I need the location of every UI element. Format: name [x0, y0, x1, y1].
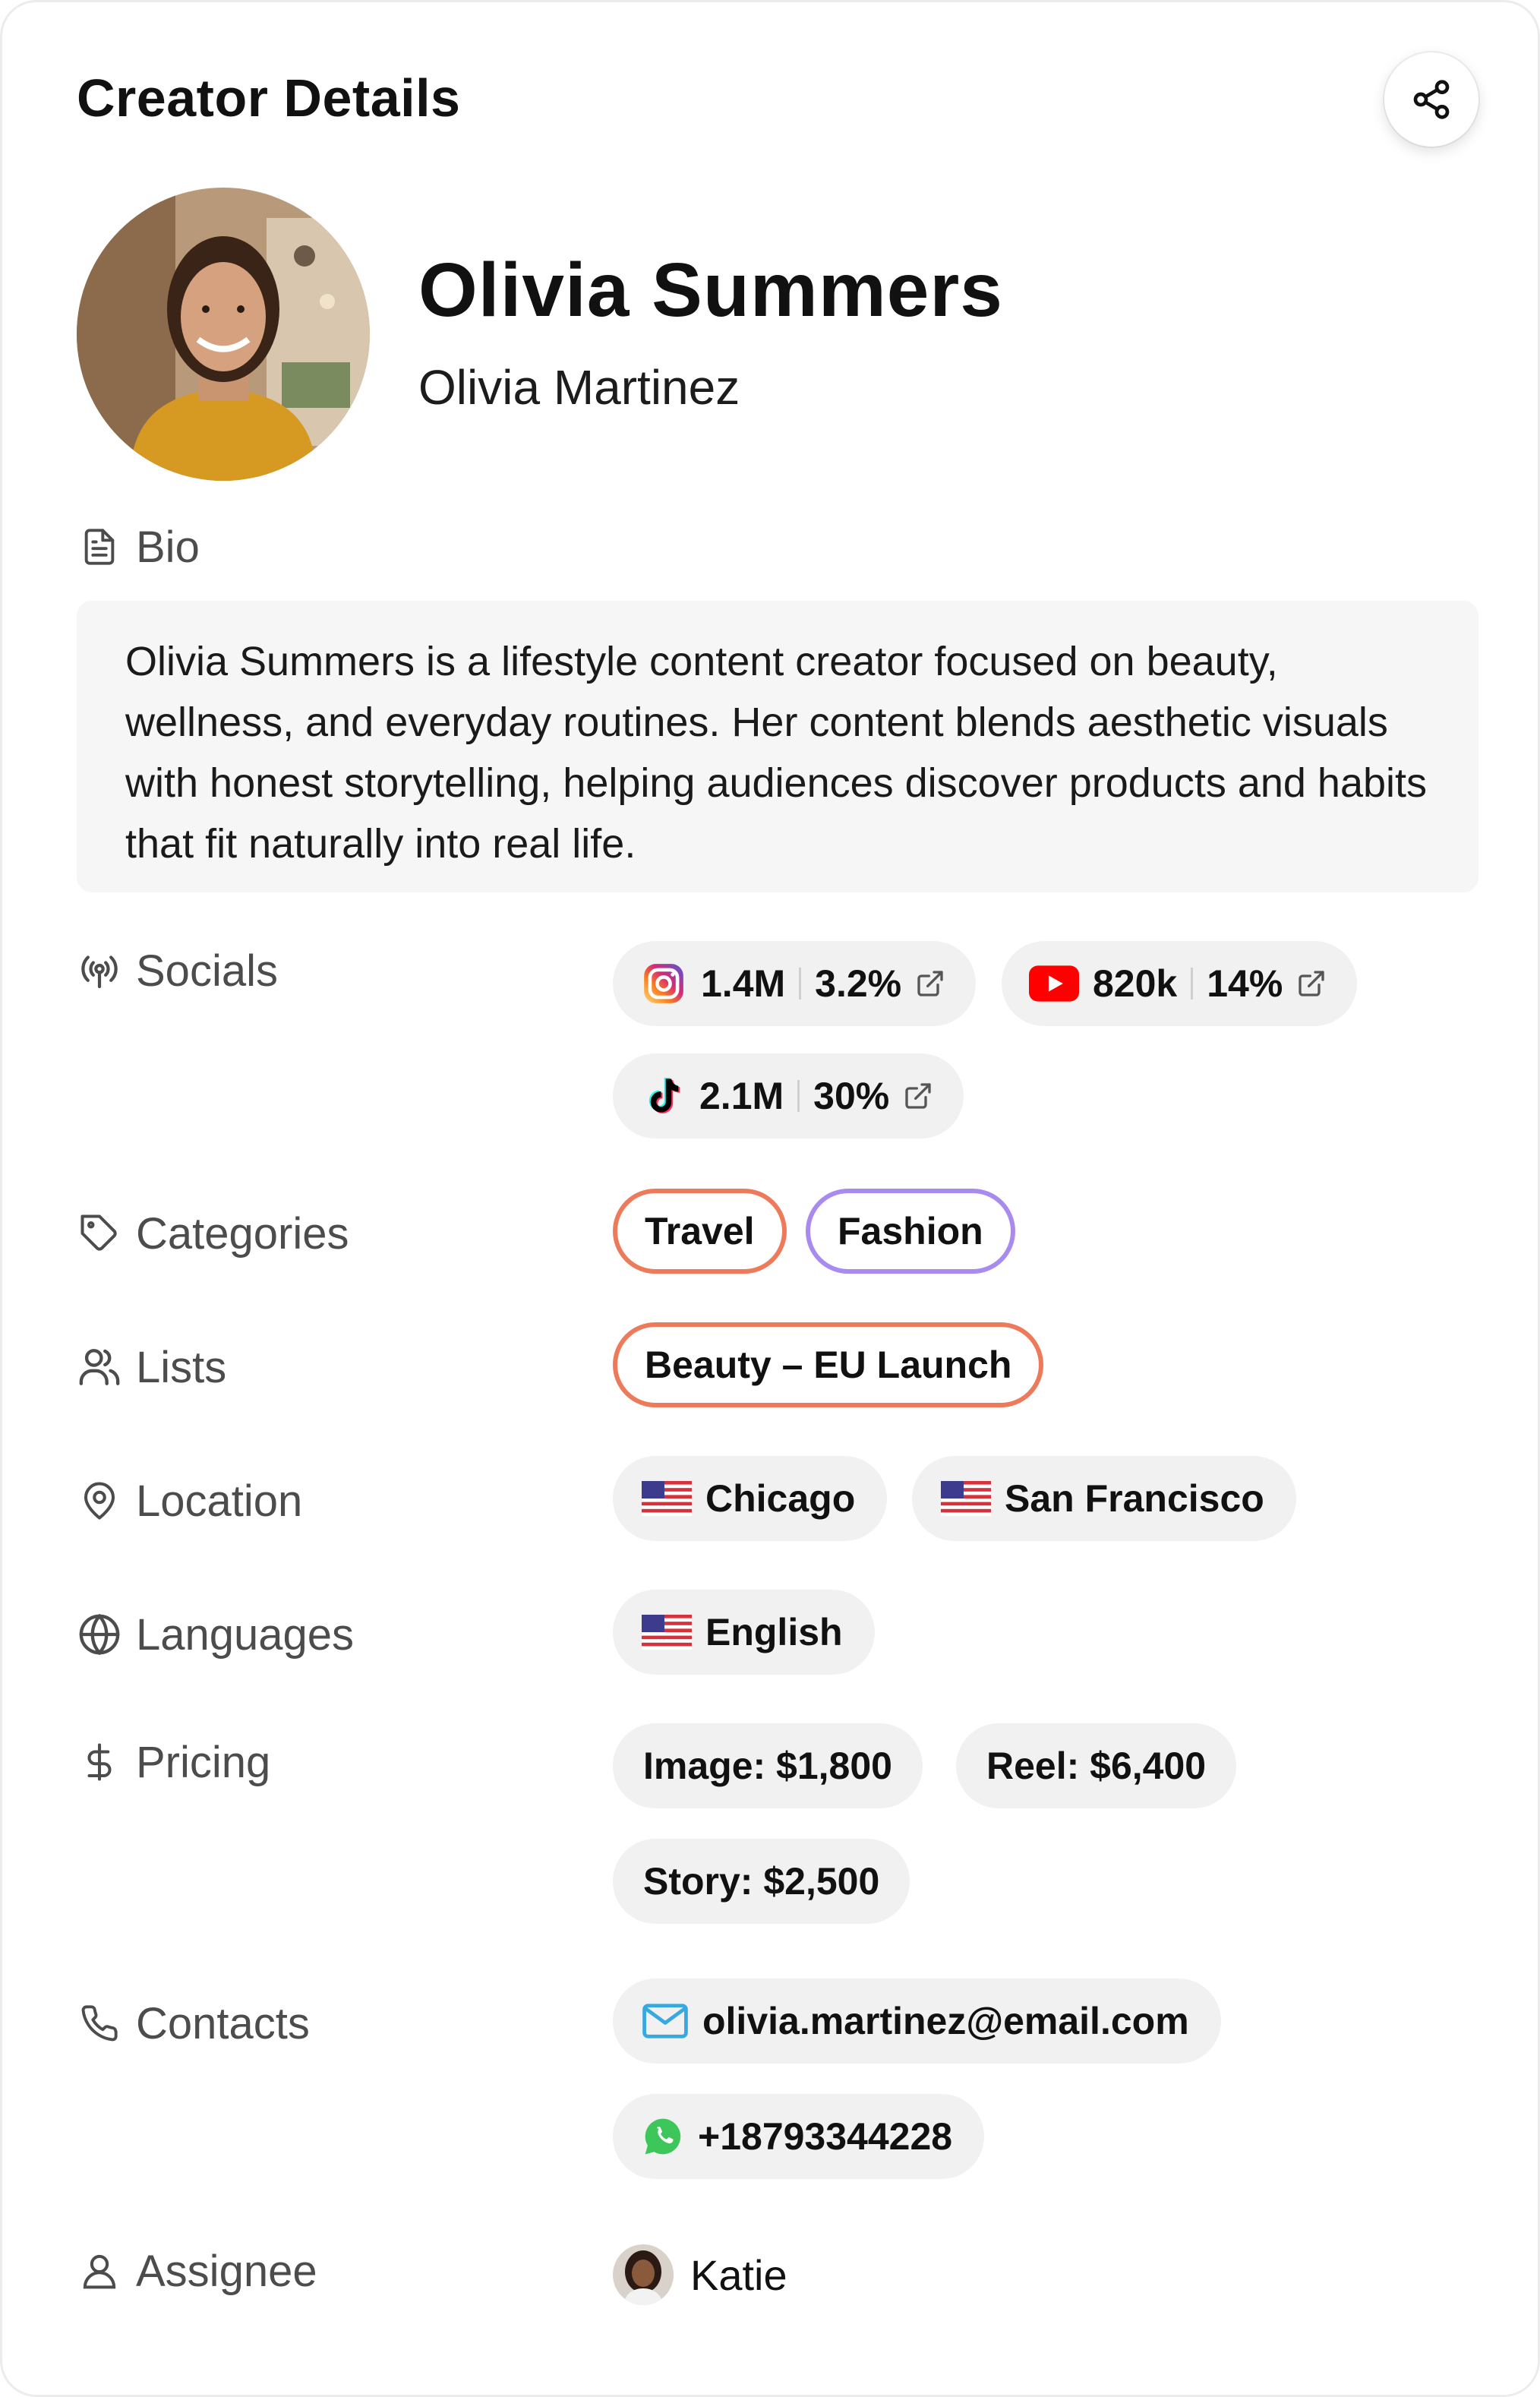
categories-label: Categories: [136, 1208, 349, 1259]
whatsapp-icon: [642, 2115, 684, 2158]
assignee-chip[interactable]: Katie: [613, 2244, 787, 2305]
creator-real-name: Olivia Martinez: [418, 360, 740, 415]
page-title: Creator Details: [77, 68, 461, 128]
creator-display-name: Olivia Summers: [418, 248, 1003, 333]
languages-label-row: Languages: [75, 1608, 354, 1661]
list-beauty-eu-launch[interactable]: Beauty – EU Launch: [613, 1322, 1044, 1407]
price-image: Image: $1,800: [613, 1723, 923, 1808]
socials-label-row: Socials: [75, 944, 278, 997]
user-icon: [75, 2247, 124, 2295]
phone-icon: [75, 1999, 124, 2048]
youtube-engagement: 14%: [1207, 962, 1283, 1005]
external-link-icon: [1296, 968, 1327, 999]
email-address: olivia.martinez@email.com: [702, 2000, 1189, 2042]
categories-label-row: Categories: [75, 1207, 349, 1260]
us-flag-icon: [642, 1615, 692, 1650]
price-story: Story: $2,500: [613, 1839, 910, 1924]
location-city: Chicago: [705, 1477, 856, 1520]
bio-label-row: Bio: [75, 520, 200, 573]
assignee-label-row: Assignee: [75, 2244, 317, 2298]
share-button[interactable]: [1384, 52, 1478, 147]
location-city: San Francisco: [1005, 1477, 1264, 1520]
lists-label-row: Lists: [75, 1341, 226, 1394]
assignee-label: Assignee: [136, 2246, 317, 2296]
social-pill-youtube[interactable]: 820k 14%: [1002, 941, 1358, 1026]
contact-email[interactable]: olivia.martinez@email.com: [613, 1979, 1221, 2064]
creator-details-card: Creator Details Olivia Summers Olivia Ma…: [0, 0, 1540, 2397]
social-pill-instagram[interactable]: 1.4M 3.2%: [613, 941, 977, 1026]
contacts-label: Contacts: [136, 1998, 310, 2048]
instagram-followers: 1.4M: [701, 962, 786, 1005]
price-reel: Reel: $6,400: [956, 1723, 1237, 1808]
lists-label: Lists: [136, 1342, 227, 1392]
tag-icon: [75, 1209, 124, 1258]
instagram-icon: [640, 960, 687, 1007]
us-flag-icon: [941, 1481, 991, 1516]
tiktok-icon: [640, 1072, 686, 1120]
language-name: English: [705, 1611, 843, 1653]
divider: [799, 968, 802, 1000]
creator-avatar: [77, 188, 370, 481]
us-flag-icon: [642, 1481, 692, 1516]
location-san-francisco[interactable]: San Francisco: [912, 1456, 1296, 1541]
tiktok-followers: 2.1M: [699, 1075, 784, 1117]
external-link-icon: [903, 1081, 933, 1111]
share-icon: [1413, 80, 1450, 119]
mail-icon: [642, 2003, 689, 2039]
globe-icon: [75, 1610, 124, 1659]
users-icon: [75, 1343, 124, 1391]
tiktok-engagement: 30%: [813, 1075, 890, 1117]
youtube-followers: 820k: [1093, 962, 1178, 1005]
bio-text: Olivia Summers is a lifestyle content cr…: [77, 601, 1478, 892]
location-chicago[interactable]: Chicago: [613, 1456, 888, 1541]
assignee-name: Katie: [690, 2250, 787, 2299]
avatar: [613, 2244, 674, 2305]
languages-label: Languages: [136, 1609, 355, 1660]
external-link-icon: [915, 968, 945, 999]
dollar-icon: [75, 1738, 124, 1786]
divider: [797, 1080, 800, 1112]
youtube-icon: [1029, 965, 1079, 1002]
category-fashion[interactable]: Fashion: [806, 1189, 1015, 1274]
socials-label: Socials: [136, 946, 278, 996]
map-pin-icon: [75, 1476, 124, 1525]
location-label-row: Location: [75, 1474, 302, 1527]
social-pill-tiktok[interactable]: 2.1M 30%: [613, 1053, 964, 1138]
contacts-label-row: Contacts: [75, 1997, 310, 2050]
contact-whatsapp[interactable]: +18793344228: [613, 2094, 985, 2179]
divider: [1191, 968, 1194, 1000]
phone-number: +18793344228: [698, 2115, 953, 2158]
pricing-label: Pricing: [136, 1737, 271, 1787]
bio-label: Bio: [136, 522, 200, 572]
location-label: Location: [136, 1476, 303, 1526]
pricing-label-row: Pricing: [75, 1735, 270, 1789]
language-english[interactable]: English: [613, 1590, 875, 1675]
instagram-engagement: 3.2%: [815, 962, 902, 1005]
document-icon: [75, 523, 124, 571]
broadcast-icon: [75, 946, 124, 995]
category-travel[interactable]: Travel: [613, 1189, 787, 1274]
